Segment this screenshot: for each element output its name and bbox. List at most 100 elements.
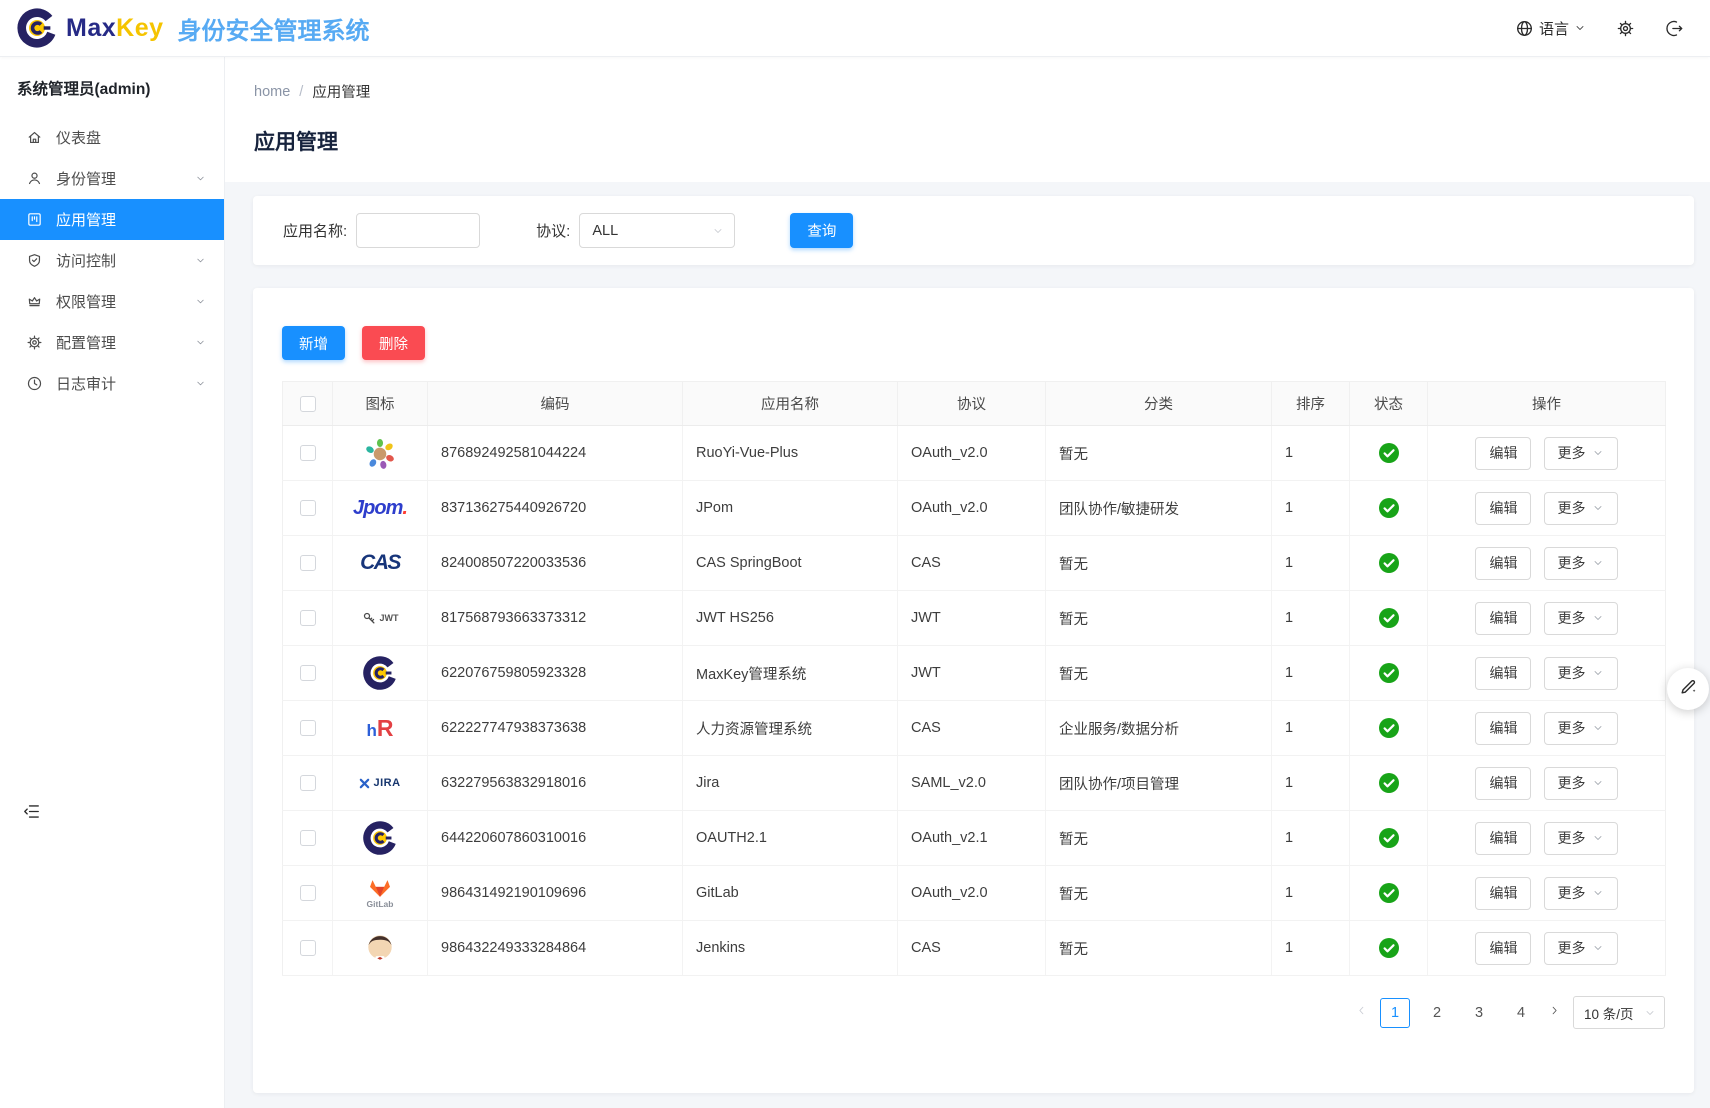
app-code: 622076759805923328 bbox=[441, 665, 586, 681]
chevron-down-icon bbox=[195, 296, 206, 307]
app-category: 暂无 bbox=[1059, 942, 1088, 958]
search-button[interactable]: 查询 bbox=[790, 213, 853, 248]
breadcrumb-separator: / bbox=[299, 84, 303, 100]
page-button-1[interactable]: 1 bbox=[1380, 998, 1410, 1028]
chevron-down-icon bbox=[1592, 777, 1604, 789]
row-checkbox[interactable] bbox=[300, 830, 316, 846]
chevron-down-icon bbox=[1592, 832, 1604, 844]
chevron-down-icon bbox=[1592, 942, 1604, 954]
edit-button[interactable]: 编辑 bbox=[1475, 822, 1531, 855]
chevron-down-icon bbox=[1592, 722, 1604, 734]
sidebar-item-apps[interactable]: 应用管理 bbox=[0, 199, 224, 240]
table-toolbar: 新增 删除 bbox=[282, 326, 1665, 360]
protocol-select[interactable]: ALL bbox=[579, 213, 735, 248]
edit-button[interactable]: 编辑 bbox=[1475, 932, 1531, 965]
edit-button[interactable]: 编辑 bbox=[1475, 712, 1531, 745]
chevron-down-icon bbox=[195, 337, 206, 348]
app-name: OAUTH2.1 bbox=[696, 830, 767, 846]
more-button[interactable]: 更多 bbox=[1544, 657, 1618, 690]
app-category: 团队协作/项目管理 bbox=[1059, 777, 1179, 793]
app-name: JPom bbox=[696, 500, 733, 516]
logout-icon bbox=[1665, 19, 1684, 38]
row-checkbox[interactable] bbox=[300, 445, 316, 461]
logout-button[interactable] bbox=[1665, 19, 1684, 38]
app-name-input[interactable] bbox=[356, 213, 480, 248]
more-button[interactable]: 更多 bbox=[1544, 712, 1618, 745]
more-button[interactable]: 更多 bbox=[1544, 822, 1618, 855]
page-button-3[interactable]: 3 bbox=[1464, 998, 1494, 1028]
more-button[interactable]: 更多 bbox=[1544, 492, 1618, 525]
shield-icon bbox=[26, 252, 43, 269]
sidebar-item-access[interactable]: 访问控制 bbox=[0, 240, 224, 281]
app-code: 837136275440926720 bbox=[441, 500, 586, 516]
chevron-right-icon bbox=[1548, 1004, 1561, 1021]
select-all-checkbox[interactable] bbox=[300, 396, 316, 412]
table-row: hR 622227747938373638 人力资源管理系统 CAS 企业服务/… bbox=[283, 701, 1666, 756]
settings-button[interactable] bbox=[1616, 19, 1635, 38]
row-checkbox[interactable] bbox=[300, 665, 316, 681]
brand-name-key: Key bbox=[116, 14, 163, 42]
more-button[interactable]: 更多 bbox=[1544, 437, 1618, 470]
table-row: 876892492581044224 RuoYi-Vue-Plus OAuth_… bbox=[283, 426, 1666, 481]
app-code: 986431492190109696 bbox=[441, 885, 586, 901]
row-checkbox[interactable] bbox=[300, 775, 316, 791]
floating-theme-button[interactable] bbox=[1667, 668, 1709, 710]
page-button-2[interactable]: 2 bbox=[1422, 998, 1452, 1028]
row-checkbox[interactable] bbox=[300, 555, 316, 571]
page-head: home / 应用管理 应用管理 bbox=[225, 57, 1710, 182]
row-checkbox[interactable] bbox=[300, 940, 316, 956]
edit-button[interactable]: 编辑 bbox=[1475, 602, 1531, 635]
more-button[interactable]: 更多 bbox=[1544, 877, 1618, 910]
status-enabled-icon bbox=[1350, 883, 1427, 903]
app-category: 暂无 bbox=[1059, 557, 1088, 573]
language-dropdown[interactable]: 语言 bbox=[1515, 18, 1586, 39]
app-protocol: JWT bbox=[911, 665, 941, 681]
row-checkbox[interactable] bbox=[300, 500, 316, 516]
next-page-button[interactable] bbox=[1548, 1004, 1561, 1021]
sidebar-item-config[interactable]: 配置管理 bbox=[0, 322, 224, 363]
column-header: 状态 bbox=[1350, 382, 1428, 426]
more-button[interactable]: 更多 bbox=[1544, 932, 1618, 965]
edit-button[interactable]: 编辑 bbox=[1475, 492, 1531, 525]
sidebar-item-permissions[interactable]: 权限管理 bbox=[0, 281, 224, 322]
chevron-down-icon bbox=[1592, 447, 1604, 459]
column-header: 排序 bbox=[1272, 382, 1350, 426]
edit-button[interactable]: 编辑 bbox=[1475, 657, 1531, 690]
maxkey-logo-icon bbox=[16, 7, 58, 49]
row-checkbox[interactable] bbox=[300, 885, 316, 901]
sidebar-item-audit[interactable]: 日志审计 bbox=[0, 363, 224, 404]
edit-button[interactable]: 编辑 bbox=[1475, 437, 1531, 470]
app-protocol: CAS bbox=[911, 940, 941, 956]
app-category: 暂无 bbox=[1059, 832, 1088, 848]
add-button[interactable]: 新增 bbox=[282, 326, 345, 360]
more-button[interactable]: 更多 bbox=[1544, 602, 1618, 635]
brand-subtitle: 身份安全管理系统 bbox=[178, 11, 370, 46]
table-row: 622076759805923328 MaxKey管理系统 JWT 暂无 1 编… bbox=[283, 646, 1666, 701]
sidebar-item-dashboard[interactable]: 仪表盘 bbox=[0, 117, 224, 158]
maxkey-logo bbox=[358, 651, 402, 695]
app-table-panel: 新增 删除 图标编码应用名称协议分类排序状态操作 876892492581044… bbox=[253, 288, 1694, 1093]
page-button-4[interactable]: 4 bbox=[1506, 998, 1536, 1028]
row-checkbox[interactable] bbox=[300, 720, 316, 736]
app-name-label: 应用名称: bbox=[283, 220, 347, 241]
delete-button[interactable]: 删除 bbox=[362, 326, 425, 360]
edit-button[interactable]: 编辑 bbox=[1475, 767, 1531, 800]
edit-button[interactable]: 编辑 bbox=[1475, 547, 1531, 580]
prev-page-button[interactable] bbox=[1355, 1004, 1368, 1021]
chevron-down-icon bbox=[1644, 1007, 1656, 1019]
more-button[interactable]: 更多 bbox=[1544, 767, 1618, 800]
column-header: 应用名称 bbox=[683, 382, 898, 426]
status-enabled-icon bbox=[1350, 828, 1427, 848]
gitlab-logo: GitLab bbox=[358, 871, 402, 915]
row-checkbox[interactable] bbox=[300, 610, 316, 626]
sidebar-collapse-button[interactable] bbox=[22, 802, 41, 821]
app-sort: 1 bbox=[1285, 830, 1293, 846]
sidebar-item-identity[interactable]: 身份管理 bbox=[0, 158, 224, 199]
chevron-down-icon bbox=[1592, 887, 1604, 899]
edit-button[interactable]: 编辑 bbox=[1475, 877, 1531, 910]
breadcrumb-current: 应用管理 bbox=[312, 81, 370, 102]
more-button[interactable]: 更多 bbox=[1544, 547, 1618, 580]
page-size-select[interactable]: 10 条/页 bbox=[1573, 996, 1665, 1029]
crown-icon bbox=[26, 293, 43, 310]
breadcrumb-home-link[interactable]: home bbox=[254, 84, 290, 100]
